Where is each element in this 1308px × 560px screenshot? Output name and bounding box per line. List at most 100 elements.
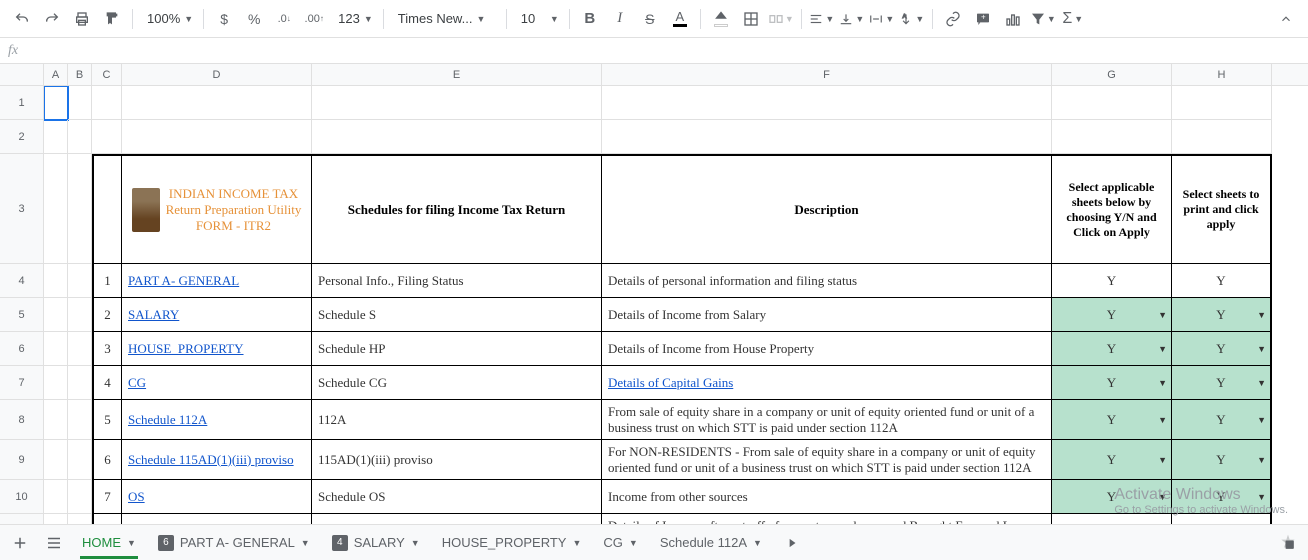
schedule-cell[interactable]: CYLA-BFLA	[122, 514, 312, 524]
description-cell[interactable]: Details of Income from House Property	[602, 332, 1052, 366]
cell[interactable]	[122, 120, 312, 154]
cell[interactable]	[44, 264, 68, 298]
column-header-D[interactable]: D	[122, 64, 312, 85]
decrease-decimal-button[interactable]: .0↓	[270, 5, 298, 33]
column-header-F[interactable]: F	[602, 64, 1052, 85]
text-rotation-button[interactable]: A▼	[898, 5, 926, 33]
italic-button[interactable]: I	[606, 5, 634, 33]
schedule-cell[interactable]: PART A- GENERAL	[122, 264, 312, 298]
select-applicable-cell[interactable]: Y▼	[1052, 440, 1172, 480]
cell[interactable]	[1172, 86, 1272, 120]
collapse-toolbar-button[interactable]	[1272, 5, 1300, 33]
cell[interactable]	[92, 120, 122, 154]
row-header[interactable]: 2	[0, 120, 44, 154]
select-applicable-cell[interactable]: Y▼	[1052, 480, 1172, 514]
select-applicable-cell[interactable]: Y▼	[1052, 400, 1172, 440]
row-header[interactable]: 6	[0, 332, 44, 366]
scroll-tabs-right-button[interactable]	[776, 527, 808, 559]
row-header[interactable]: 7	[0, 366, 44, 400]
horizontal-align-button[interactable]: ▼	[808, 5, 836, 33]
column-header-B[interactable]: B	[68, 64, 92, 85]
column-header-C[interactable]: C	[92, 64, 122, 85]
number-format-combo[interactable]: 123▼	[330, 7, 377, 31]
select-print-cell[interactable]: Y	[1172, 514, 1272, 524]
schedule-link[interactable]: Schedule 112A	[128, 412, 207, 428]
sheet-tab-cg[interactable]: CG▼	[593, 527, 647, 559]
cell[interactable]	[44, 366, 68, 400]
row-header[interactable]: 1	[0, 86, 44, 120]
cell[interactable]	[68, 480, 92, 514]
cell[interactable]	[68, 86, 92, 120]
sheet-tab-part-a-general[interactable]: 6PART A- GENERAL▼	[148, 527, 320, 559]
select-print-cell[interactable]: Y▼	[1172, 298, 1272, 332]
select-print-cell[interactable]: Y▼	[1172, 332, 1272, 366]
schedule-cell[interactable]: OS	[122, 480, 312, 514]
insert-chart-button[interactable]	[999, 5, 1027, 33]
description-link[interactable]: Details of Capital Gains	[608, 375, 733, 391]
functions-button[interactable]: Σ▼	[1059, 5, 1087, 33]
insert-comment-button[interactable]: +	[969, 5, 997, 33]
font-combo[interactable]: Times New...▼	[390, 7, 500, 31]
cell[interactable]	[44, 120, 68, 154]
select-print-cell[interactable]: Y▼	[1172, 366, 1272, 400]
percent-button[interactable]: %	[240, 5, 268, 33]
strikethrough-button[interactable]: S	[636, 5, 664, 33]
cell[interactable]	[312, 120, 602, 154]
column-header-H[interactable]: H	[1172, 64, 1272, 85]
column-header-E[interactable]: E	[312, 64, 602, 85]
sheet-tab-salary[interactable]: 4SALARY▼	[322, 527, 430, 559]
description-cell[interactable]: Details of Income from Salary	[602, 298, 1052, 332]
print-button[interactable]	[68, 5, 96, 33]
description-cell[interactable]: Details of Capital Gains	[602, 366, 1052, 400]
filter-button[interactable]: ▼	[1029, 5, 1057, 33]
select-applicable-cell[interactable]: Y	[1052, 264, 1172, 298]
cell[interactable]	[68, 154, 92, 264]
row-header[interactable]: 5	[0, 298, 44, 332]
schedule-link[interactable]: CG	[128, 375, 146, 391]
merge-cells-button[interactable]: ▼	[767, 5, 795, 33]
cell[interactable]	[44, 400, 68, 440]
cell[interactable]	[68, 366, 92, 400]
schedule-name-cell[interactable]: Schedule S	[312, 298, 602, 332]
schedule-cell[interactable]: HOUSE_PROPERTY	[122, 332, 312, 366]
schedule-name-cell[interactable]: 115AD(1)(iii) proviso	[312, 440, 602, 480]
cell[interactable]	[602, 86, 1052, 120]
schedule-link[interactable]: HOUSE_PROPERTY	[128, 341, 244, 357]
explore-button[interactable]	[1272, 527, 1304, 559]
select-applicable-cell[interactable]: Y▼	[1052, 332, 1172, 366]
description-cell[interactable]: Details of Income after set-off of curre…	[602, 514, 1052, 524]
column-header-G[interactable]: G	[1052, 64, 1172, 85]
zoom-combo[interactable]: 100%▼	[139, 7, 197, 31]
text-color-button[interactable]: A	[666, 5, 694, 33]
schedule-name-cell[interactable]: 112A	[312, 400, 602, 440]
select-print-cell[interactable]: Y▼	[1172, 480, 1272, 514]
cell[interactable]	[92, 86, 122, 120]
cell[interactable]	[68, 332, 92, 366]
cell[interactable]	[312, 86, 602, 120]
schedule-cell[interactable]: SALARY	[122, 298, 312, 332]
cell[interactable]	[44, 154, 68, 264]
schedule-name-cell[interactable]: Schedule CG	[312, 366, 602, 400]
sheet-tab-home[interactable]: HOME▼	[72, 527, 146, 559]
cell[interactable]	[602, 120, 1052, 154]
schedule-link[interactable]: PART A- GENERAL	[128, 273, 239, 289]
vertical-align-button[interactable]: ▼	[838, 5, 866, 33]
description-cell[interactable]: Income from other sources	[602, 480, 1052, 514]
fill-color-button[interactable]	[707, 5, 735, 33]
bold-button[interactable]: B	[576, 5, 604, 33]
cell[interactable]	[44, 332, 68, 366]
sheet-tab-house-property[interactable]: HOUSE_PROPERTY▼	[432, 527, 592, 559]
select-print-cell[interactable]: Y	[1172, 264, 1272, 298]
cell[interactable]	[68, 514, 92, 524]
cell[interactable]	[44, 480, 68, 514]
schedule-link[interactable]: OS	[128, 489, 145, 505]
select-all-corner[interactable]	[0, 64, 44, 85]
row-header[interactable]: 3	[0, 154, 44, 264]
add-sheet-button[interactable]	[4, 527, 36, 559]
cell[interactable]	[68, 120, 92, 154]
select-applicable-cell[interactable]: Y▼	[1052, 366, 1172, 400]
spreadsheet-grid[interactable]: ABCDEFGH 123INDIAN INCOME TAXReturn Prep…	[0, 64, 1308, 524]
text-wrap-button[interactable]: ▼	[868, 5, 896, 33]
undo-button[interactable]	[8, 5, 36, 33]
select-applicable-cell[interactable]: Y▼	[1052, 298, 1172, 332]
